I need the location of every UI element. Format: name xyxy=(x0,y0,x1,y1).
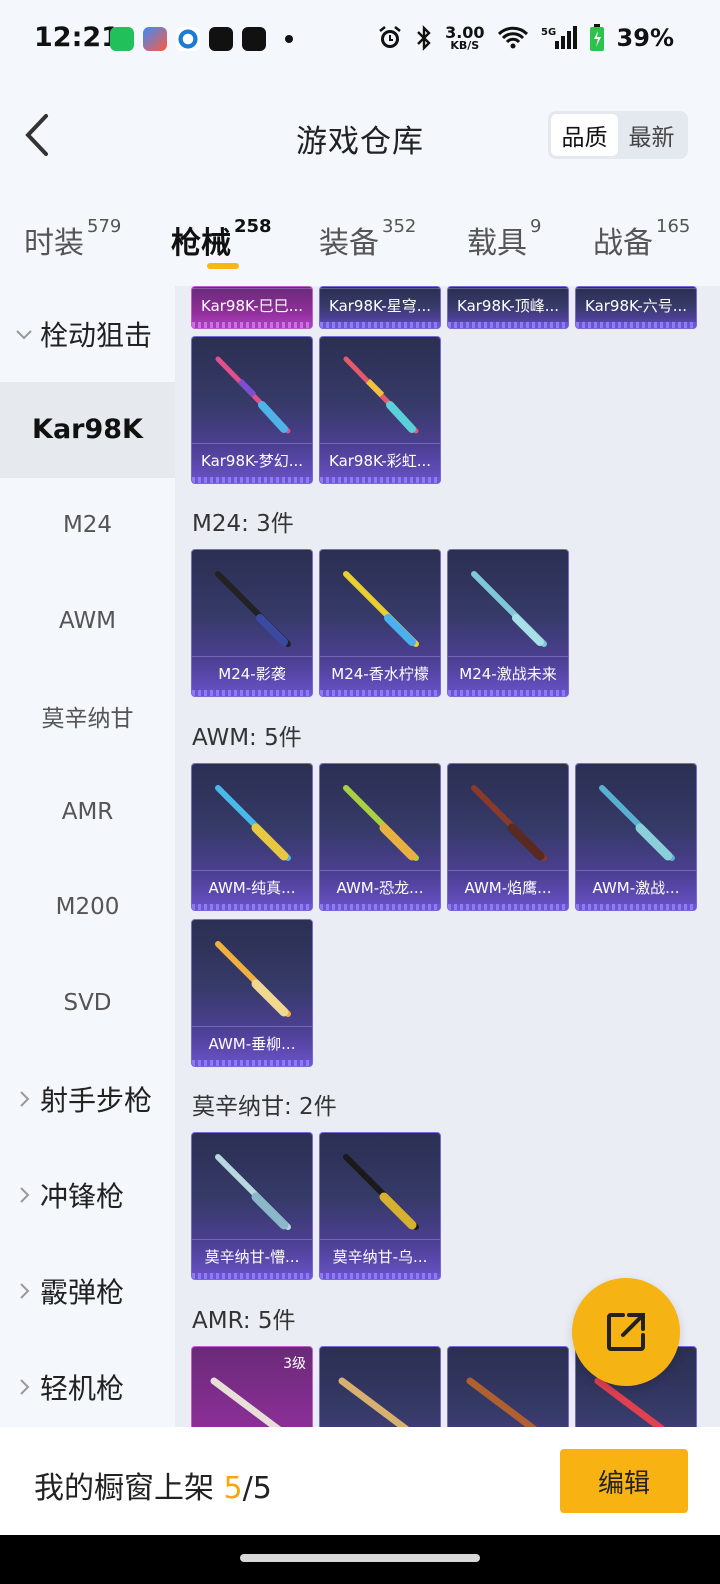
tab-weapons[interactable]: 枪械 258 xyxy=(171,216,272,262)
section-title-mosin: 莫辛纳甘: 2件 xyxy=(192,1094,337,1120)
tab-vehicles[interactable]: 载具 9 xyxy=(467,216,541,262)
section-title-m24: M24: 3件 xyxy=(192,511,294,537)
rifle-skin-image xyxy=(215,571,291,647)
skin-grid: Kar98K-巳巳... Kar98K-星穹... Kar98K-顶峰... K… xyxy=(175,286,720,1441)
capcut-icon xyxy=(242,27,266,51)
tab-supplies[interactable]: 战备 165 xyxy=(593,216,690,262)
weapon-type-sidebar: 栓动狙击 Kar98K M24 AWM 莫辛纳甘 AMR M200 SVD 射手… xyxy=(0,286,175,1441)
skin-card[interactable]: 莫辛纳甘-懵... xyxy=(191,1132,313,1280)
rifle-skin-image xyxy=(343,785,419,861)
active-tab-indicator xyxy=(207,263,239,269)
wifi-icon xyxy=(497,26,528,49)
skin-card[interactable]: AWM-垂柳... xyxy=(191,919,313,1067)
chevron-right-icon xyxy=(20,1186,30,1203)
sidebar-item-svd[interactable]: SVD xyxy=(0,955,175,1051)
section-title-awm: AWM: 5件 xyxy=(192,725,302,751)
rifle-skin-image xyxy=(215,356,291,434)
category-tabs: 时装 579 枪械 258 装备 352 载具 9 战备 165 xyxy=(0,190,720,286)
skin-card[interactable]: AWM-恐龙... xyxy=(319,763,441,911)
rifle-skin-image xyxy=(471,571,547,647)
alarm-icon xyxy=(379,26,401,48)
status-bar: 12:21 3.00 KB/S 5G 39% xyxy=(0,0,720,80)
header: 游戏仓库 品质 最新 xyxy=(0,80,720,190)
skin-card[interactable]: Kar98K-六号... xyxy=(575,286,697,329)
status-time: 12:21 xyxy=(34,22,120,53)
edit-button[interactable]: 编辑 xyxy=(560,1449,688,1513)
showcase-bar: 我的橱窗上架 5/5 编辑 xyxy=(0,1427,720,1535)
network-speed: 3.00 KB/S xyxy=(445,23,485,52)
battery-icon xyxy=(589,24,604,51)
chevron-right-icon xyxy=(20,1378,30,1395)
sidebar-item-m24[interactable]: M24 xyxy=(0,478,175,574)
share-external-icon xyxy=(607,1313,645,1351)
compass-icon xyxy=(143,27,167,51)
skin-card[interactable]: M24-影袭 xyxy=(191,549,313,697)
sidebar-item-awm[interactable]: AWM xyxy=(0,573,175,669)
sidebar-group-bolt-action[interactable]: 栓动狙击 xyxy=(0,286,175,382)
skin-card[interactable]: M24-香水柠檬 xyxy=(319,549,441,697)
skin-card[interactable]: Kar98K-梦幻... xyxy=(191,336,313,484)
section-title-amr: AMR: 5件 xyxy=(192,1308,296,1334)
skin-card[interactable]: Kar98K-星穹... xyxy=(319,286,441,329)
skin-card[interactable]: AWM-激战... xyxy=(575,763,697,911)
home-gesture-handle[interactable] xyxy=(240,1554,480,1562)
rifle-skin-image xyxy=(471,785,547,861)
chevron-right-icon xyxy=(20,1090,30,1107)
skin-card[interactable]: AWM-焰鹰... xyxy=(447,763,569,911)
sidebar-group-lmg[interactable]: 轻机枪 xyxy=(0,1339,175,1435)
rifle-skin-image xyxy=(599,785,675,861)
battery-percent: 39% xyxy=(616,24,674,52)
rifle-skin-image xyxy=(343,356,419,434)
share-button[interactable] xyxy=(572,1278,680,1386)
svg-text:5G: 5G xyxy=(541,27,556,38)
sidebar-item-amr[interactable]: AMR xyxy=(0,764,175,860)
showcase-current-count: 5 xyxy=(223,1471,243,1506)
sidebar-item-kar98k[interactable]: Kar98K xyxy=(0,382,175,478)
china-mobile-icon xyxy=(176,27,200,51)
rifle-skin-image xyxy=(215,941,291,1017)
tab-outfits[interactable]: 时装 579 xyxy=(24,216,121,262)
rifle-skin-image xyxy=(343,571,419,647)
skin-card[interactable]: 莫辛纳甘-乌... xyxy=(319,1132,441,1280)
skin-card[interactable]: Kar98K-彩虹... xyxy=(319,336,441,484)
tab-equipment[interactable]: 装备 352 xyxy=(319,216,416,262)
signal-5g-icon: 5G xyxy=(541,26,577,49)
showcase-status: 我的橱窗上架 5/5 xyxy=(34,1471,272,1506)
status-app-icons xyxy=(110,27,293,51)
skin-card[interactable]: Kar98K-巳巳... xyxy=(191,286,313,329)
system-nav-bar xyxy=(0,1535,720,1584)
wechat-icon xyxy=(110,27,134,51)
skin-card[interactable]: Kar98K-顶峰... xyxy=(447,286,569,329)
sort-quality-option[interactable]: 品质 xyxy=(551,114,618,156)
game-app-icon xyxy=(209,27,233,51)
sidebar-item-m200[interactable]: M200 xyxy=(0,860,175,956)
bluetooth-icon xyxy=(417,25,431,51)
sort-toggle: 品质 最新 xyxy=(548,111,688,159)
skin-card[interactable]: M24-激战未来 xyxy=(447,549,569,697)
more-notifications-icon xyxy=(285,35,293,43)
rifle-skin-image xyxy=(215,1154,291,1230)
sidebar-group-smg[interactable]: 冲锋枪 xyxy=(0,1147,175,1243)
showcase-total-count: /5 xyxy=(242,1471,272,1506)
status-system-icons: 3.00 KB/S 5G 39% xyxy=(377,24,674,52)
sidebar-group-shotgun[interactable]: 霰弹枪 xyxy=(0,1243,175,1339)
rifle-skin-image xyxy=(343,1154,419,1230)
skin-card[interactable]: AWM-纯真... xyxy=(191,763,313,911)
chevron-right-icon xyxy=(20,1282,30,1299)
sort-latest-option[interactable]: 最新 xyxy=(618,114,685,156)
rifle-skin-image xyxy=(215,785,291,861)
sidebar-item-mosin[interactable]: 莫辛纳甘 xyxy=(0,669,175,765)
sidebar-group-marksman[interactable]: 射手步枪 xyxy=(0,1051,175,1147)
chevron-down-icon xyxy=(16,330,32,340)
